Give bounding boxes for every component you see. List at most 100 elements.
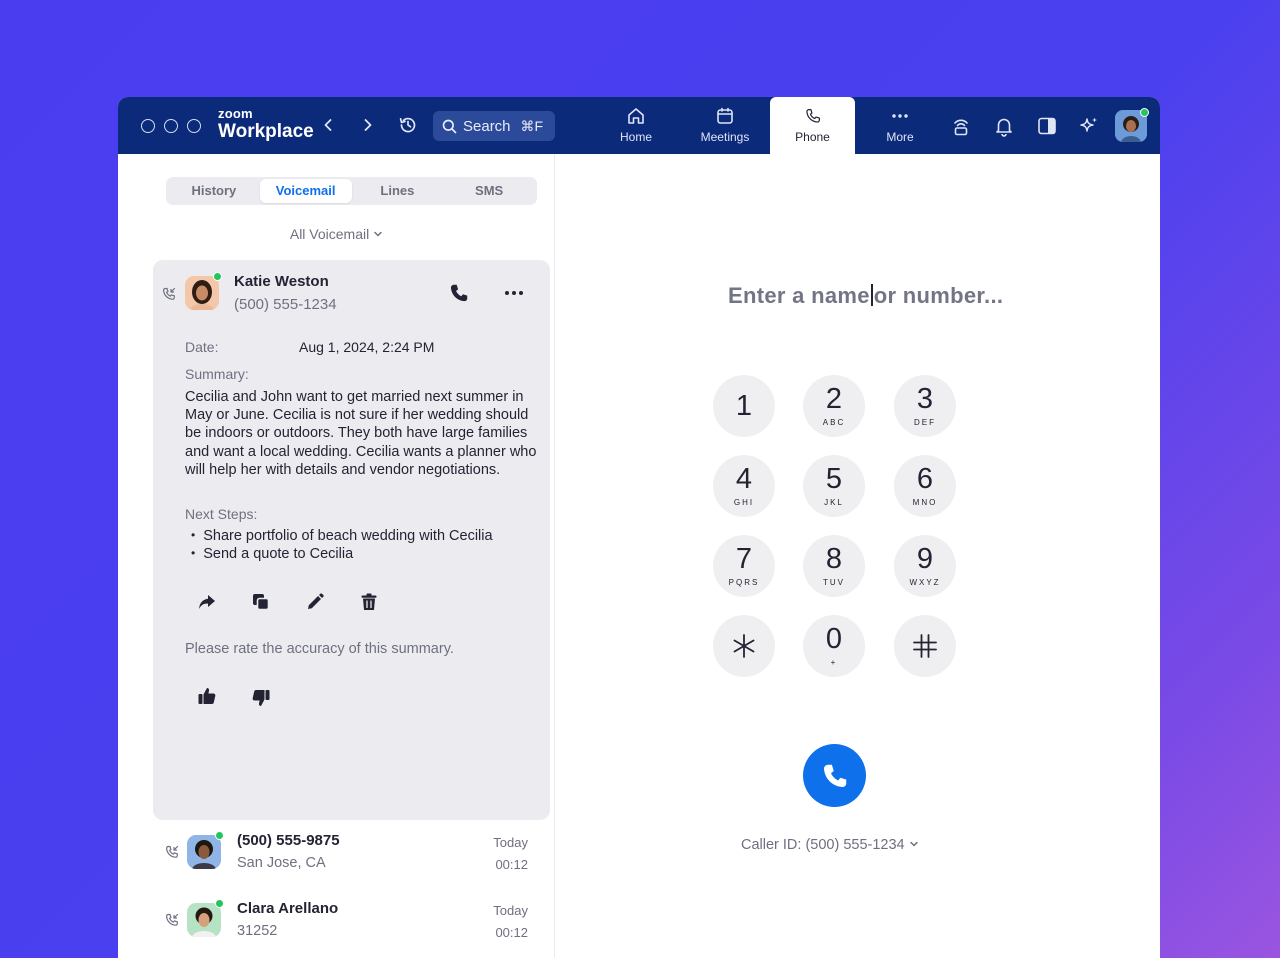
dial-key-2[interactable]: 2 ABC — [803, 375, 865, 437]
edit-pencil-icon[interactable] — [304, 591, 326, 613]
dial-key-digit: 7 — [735, 542, 753, 575]
search-label: Search — [463, 117, 511, 135]
caller-id-dropdown[interactable]: Caller ID: (500) 555-1234 — [741, 837, 919, 853]
dial-key-8[interactable]: 8 TUV — [803, 535, 865, 597]
online-status-dot — [215, 831, 224, 840]
dial-key-3[interactable]: 3 DEF — [894, 375, 956, 437]
dial-key-star[interactable] — [713, 615, 775, 677]
dial-key-letters: PQRS — [728, 577, 760, 587]
dial-key-letters: DEF — [914, 417, 936, 427]
online-status-dot — [1140, 108, 1149, 117]
thumbs-up-icon[interactable] — [196, 685, 218, 707]
back-arrow-icon[interactable] — [318, 115, 338, 135]
incoming-call-icon — [165, 845, 179, 858]
dial-key-6[interactable]: 6 MNO — [894, 455, 956, 517]
dial-key-digit: 8 — [825, 542, 843, 575]
dial-key-digit: 6 — [916, 462, 934, 495]
list-item-title: (500) 555-9875 — [237, 832, 340, 849]
title-bar: zoom Workplace Search ⌘F Home Meetings P… — [118, 97, 1160, 154]
dial-key-1[interactable]: 1 — [713, 375, 775, 437]
contact-avatar — [187, 903, 221, 937]
nav-tab-meetings[interactable]: Meetings — [690, 97, 760, 154]
more-options-icon[interactable] — [503, 282, 525, 304]
app-window: zoom Workplace Search ⌘F Home Meetings P… — [118, 97, 1160, 958]
dial-key-digit: 3 — [916, 382, 934, 415]
next-steps-label: Next Steps: — [185, 506, 258, 522]
minimize-window-button[interactable] — [164, 119, 178, 133]
phone-icon — [805, 109, 820, 123]
dial-key-5[interactable]: 5 JKL — [803, 455, 865, 517]
summary-text: Cecilia and John want to get married nex… — [185, 389, 537, 478]
close-window-button[interactable] — [141, 119, 155, 133]
dial-key-letters: ABC — [822, 417, 846, 427]
hash-icon — [913, 634, 937, 658]
call-button[interactable] — [803, 744, 866, 807]
voicemail-filter-dropdown[interactable]: All Voicemail — [118, 226, 555, 242]
side-panel-icon[interactable] — [1036, 115, 1058, 137]
dial-key-9[interactable]: 9 WXYZ — [894, 535, 956, 597]
caller-id-label: Caller ID: (500) 555-1234 — [741, 837, 905, 853]
list-item-duration: 00:12 — [495, 857, 528, 872]
nav-tab-label: Home — [619, 130, 652, 144]
contact-number: (500) 555-1234 — [234, 296, 337, 313]
dial-key-digit: 5 — [825, 462, 843, 495]
dial-placeholder-end: or number... — [873, 283, 1004, 308]
tab-history[interactable]: History — [168, 179, 260, 203]
call-back-icon[interactable] — [448, 282, 470, 304]
contact-avatar-image — [187, 835, 221, 869]
contact-avatar — [187, 835, 221, 869]
list-item-day: Today — [493, 835, 528, 850]
zoom-window-button[interactable] — [187, 119, 201, 133]
history-clock-icon[interactable] — [397, 114, 419, 136]
list-item-day: Today — [493, 903, 528, 918]
dial-placeholder-start: Enter a name — [728, 283, 870, 308]
nav-tab-label: More — [886, 130, 914, 144]
list-item: Send a quote to Cecilia — [191, 545, 493, 563]
dial-input[interactable]: Enter a name or number... — [728, 283, 1003, 309]
filter-label: All Voicemail — [289, 226, 370, 242]
list-item[interactable]: (500) 555-9875 San Jose, CA Today 00:12 — [118, 825, 555, 891]
copy-icon[interactable] — [250, 591, 272, 613]
tab-sms[interactable]: SMS — [443, 179, 535, 203]
dial-key-letters: TUV — [823, 577, 845, 587]
date-value: Aug 1, 2024, 2:24 PM — [299, 339, 435, 355]
dial-key-letters: JKL — [824, 497, 844, 507]
search-bar[interactable]: Search ⌘F — [433, 111, 555, 141]
dial-key-digit: 9 — [916, 542, 934, 575]
nav-tab-home[interactable]: Home — [602, 97, 670, 154]
voicemail-detail-card: Katie Weston (500) 555-1234 Date: Aug 1,… — [153, 260, 550, 820]
list-item-title: Clara Arellano — [237, 900, 339, 917]
dial-key-digit: 2 — [825, 382, 843, 415]
list-item-duration: 00:12 — [495, 925, 528, 940]
nav-tab-label: Meetings — [700, 130, 750, 144]
asterisk-icon — [733, 634, 755, 658]
contact-avatar-image — [187, 903, 221, 937]
dial-key-digit: 4 — [735, 462, 753, 495]
online-status-dot — [213, 272, 222, 281]
nav-tab-phone[interactable]: Phone — [770, 97, 855, 154]
delete-trash-icon[interactable] — [358, 591, 380, 613]
chevron-down-icon — [909, 841, 918, 847]
dial-key-letters: + — [830, 657, 838, 667]
room-device-icon[interactable] — [950, 115, 972, 137]
forward-arrow-icon[interactable] — [358, 115, 378, 135]
dial-key-hash[interactable] — [894, 615, 956, 677]
share-icon[interactable] — [196, 591, 218, 613]
dial-key-4[interactable]: 4 GHI — [713, 455, 775, 517]
ai-sparkle-icon[interactable] — [1078, 115, 1100, 137]
nav-tab-more[interactable]: More — [866, 97, 934, 154]
dial-key-digit: 0 — [825, 622, 843, 655]
dial-key-7[interactable]: 7 PQRS — [713, 535, 775, 597]
thumbs-down-icon[interactable] — [250, 687, 272, 709]
dial-key-0[interactable]: 0 + — [803, 615, 865, 677]
incoming-call-icon — [165, 913, 179, 926]
dial-key-letters: WXYZ — [909, 577, 941, 587]
phone-icon — [823, 764, 846, 787]
search-shortcut: ⌘F — [520, 117, 544, 134]
bell-icon[interactable] — [993, 115, 1015, 137]
tab-lines[interactable]: Lines — [352, 179, 444, 203]
tab-voicemail[interactable]: Voicemail — [259, 179, 352, 203]
search-icon — [442, 119, 457, 133]
list-item[interactable]: Clara Arellano 31252 Today 00:12 — [118, 893, 555, 958]
contact-avatar-image — [185, 276, 219, 310]
